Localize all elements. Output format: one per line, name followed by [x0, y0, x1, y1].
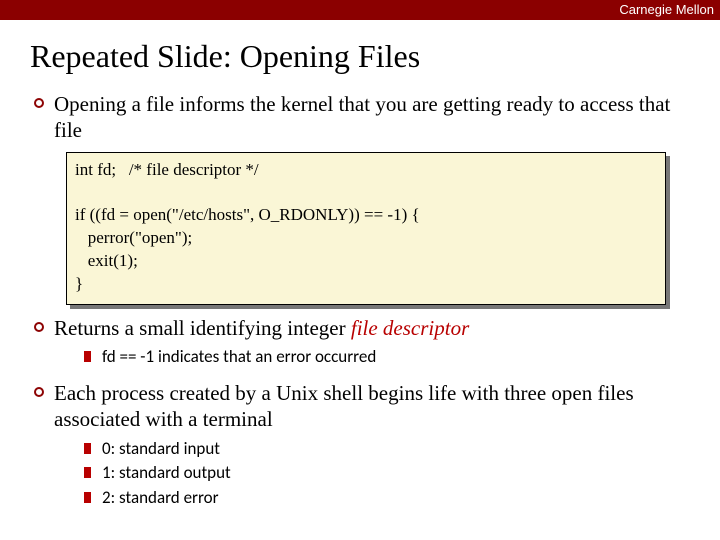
sub-bullet: fd == -1 indicates that an error occurre…	[84, 345, 698, 370]
bullet-text: Opening a file informs the kernel that y…	[54, 92, 670, 142]
code-content: int fd; /* file descriptor */ if ((fd = …	[66, 152, 666, 306]
slide-title: Repeated Slide: Opening Files	[30, 38, 698, 75]
sub-bullet: 1: standard output	[84, 461, 698, 486]
bullet-text: Each process created by a Unix shell beg…	[54, 381, 634, 431]
code-line: int fd; /* file descriptor */	[75, 160, 259, 179]
sub-text: fd == -1 indicates that an error occurre…	[102, 346, 376, 367]
code-line: exit(1);	[75, 251, 138, 270]
main-list-2: Returns a small identifying integer file…	[30, 315, 698, 510]
sub-text: 0: standard input	[102, 438, 220, 459]
code-block: int fd; /* file descriptor */ if ((fd = …	[66, 152, 666, 306]
sub-text: 1: standard output	[102, 462, 231, 483]
code-line: if ((fd = open("/etc/hosts", O_RDONLY)) …	[75, 205, 420, 224]
code-line: }	[75, 274, 83, 293]
header-bar: Carnegie Mellon	[0, 0, 720, 20]
sub-list-stdio: 0: standard input 1: standard output 2: …	[54, 437, 698, 511]
sub-list-fd: fd == -1 indicates that an error occurre…	[54, 345, 698, 370]
code-line: perror("open");	[75, 228, 192, 247]
sub-text: 2: standard error	[102, 487, 219, 508]
university-label: Carnegie Mellon	[619, 2, 714, 17]
bullet-returns-fd: Returns a small identifying integer file…	[30, 315, 698, 370]
bullet-text: Returns a small identifying integer	[54, 316, 351, 340]
file-descriptor-term: file descriptor	[351, 316, 469, 340]
bullet-opening-file: Opening a file informs the kernel that y…	[30, 91, 698, 144]
sub-bullet: 0: standard input	[84, 437, 698, 462]
slide-body: Repeated Slide: Opening Files Opening a …	[0, 20, 720, 510]
bullet-three-files: Each process created by a Unix shell beg…	[30, 380, 698, 510]
main-list: Opening a file informs the kernel that y…	[30, 91, 698, 144]
sub-bullet: 2: standard error	[84, 486, 698, 511]
